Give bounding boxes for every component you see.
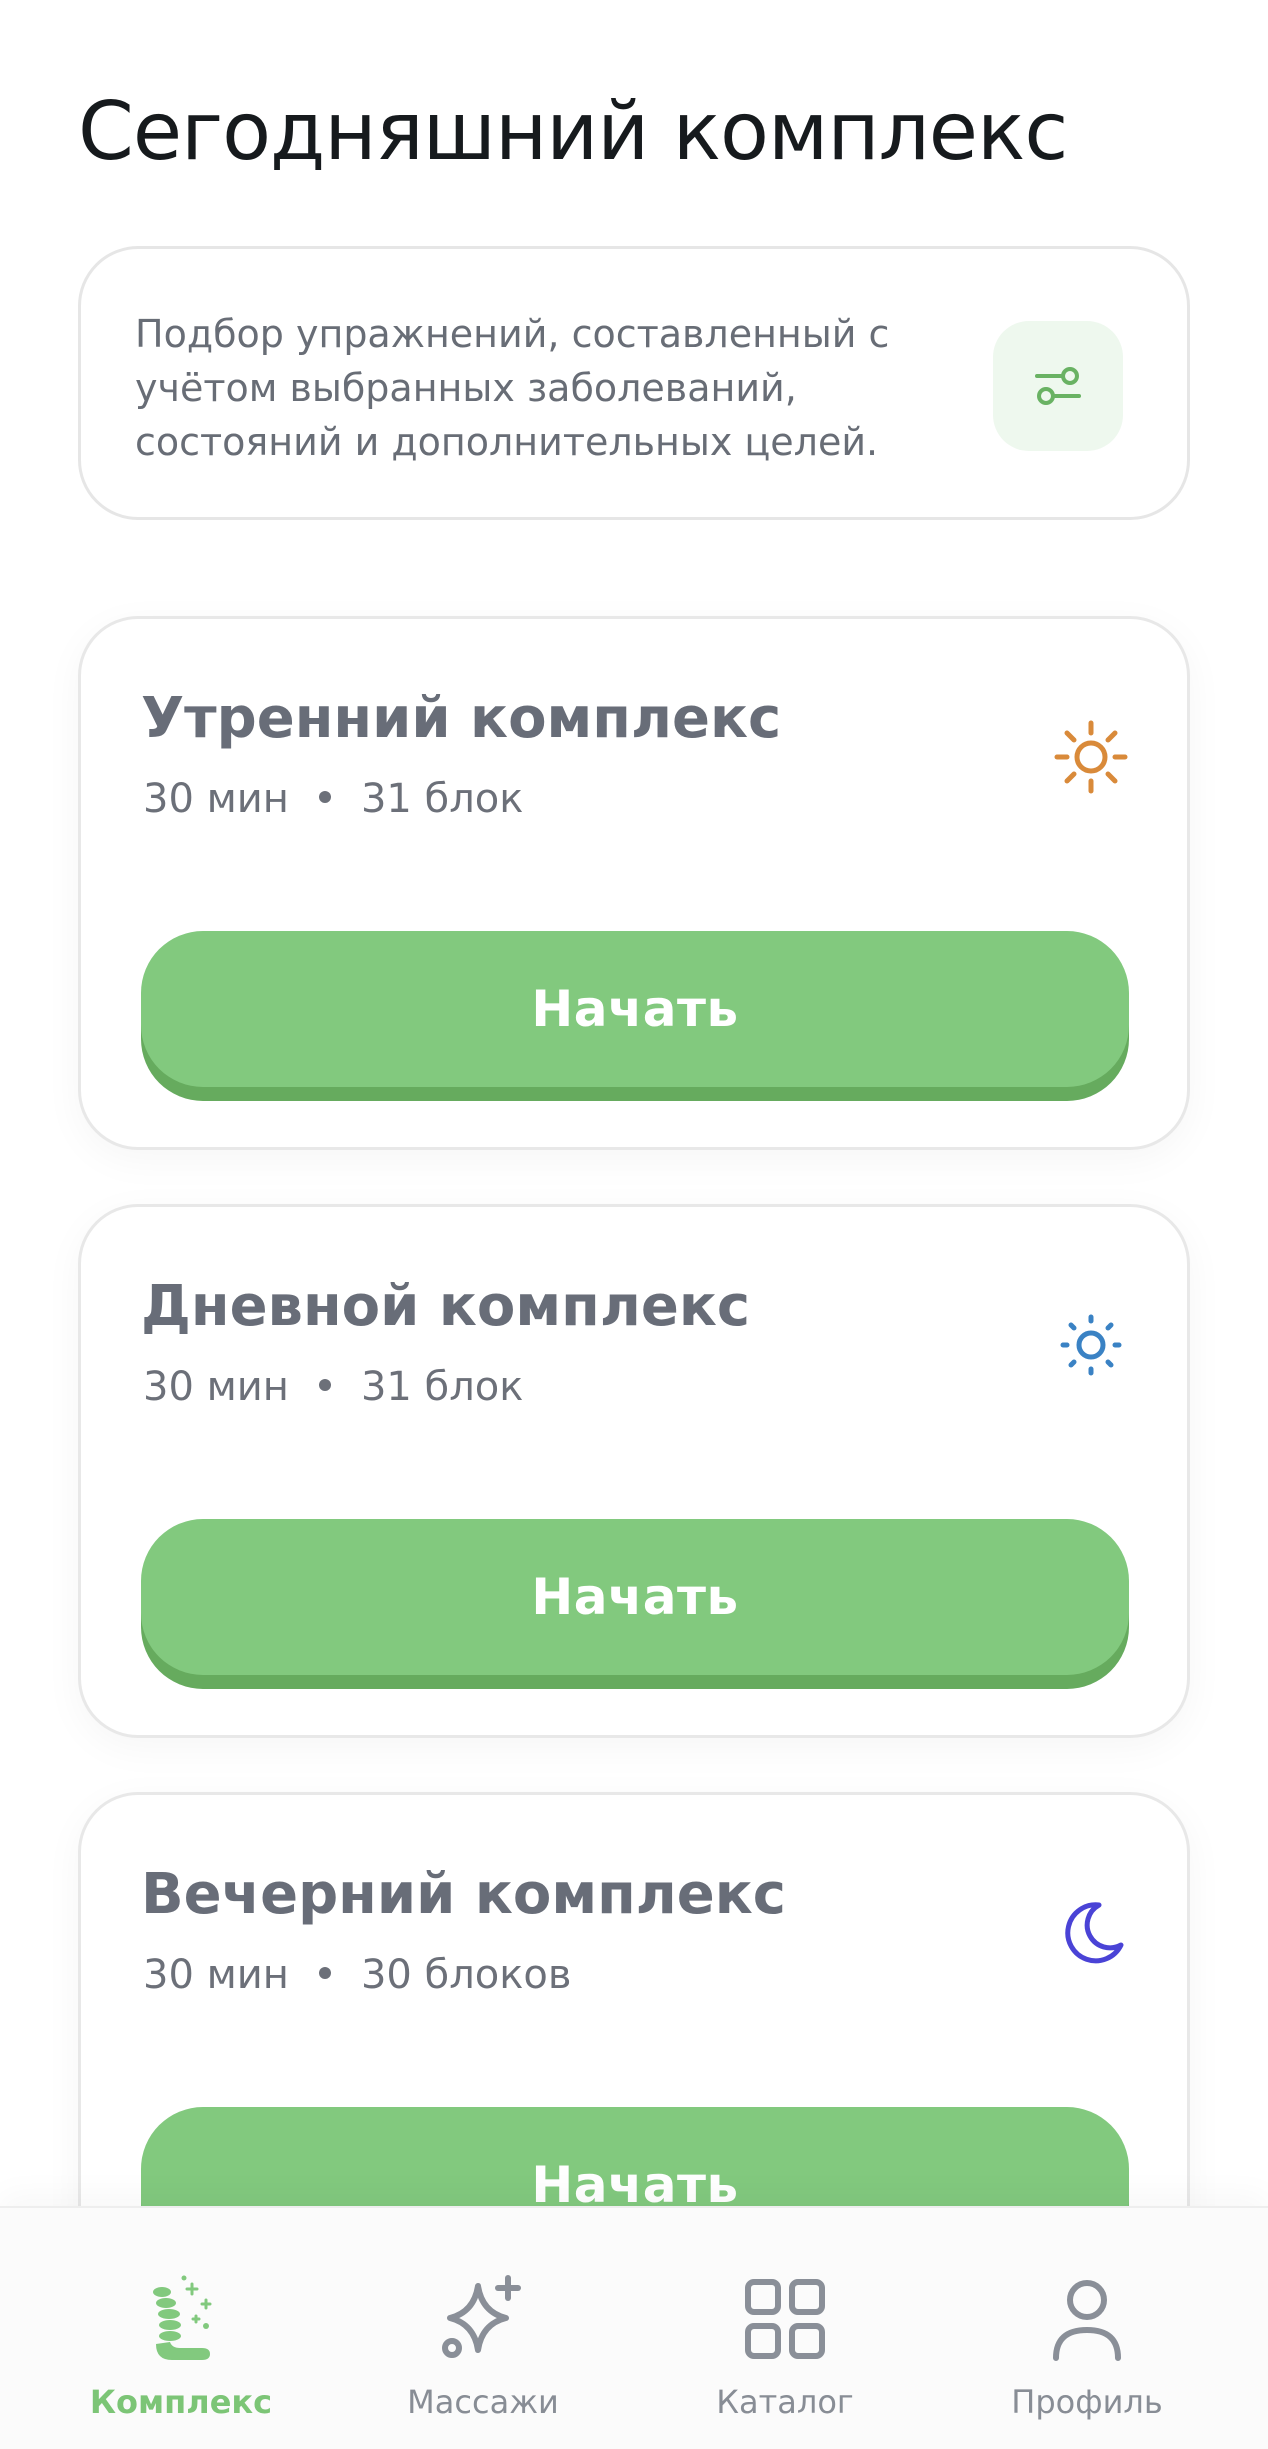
filter-button[interactable]: [993, 321, 1123, 451]
routine-title: Утренний комплекс: [141, 686, 782, 751]
sun-small-icon: [1060, 1314, 1122, 1376]
routine-blocks: 30 блоков: [360, 1952, 572, 1998]
routine-meta: 30 мин 30 блоков: [143, 1947, 571, 2003]
sparkle-icon: [442, 2275, 521, 2358]
routine-meta: 30 мин 31 блок: [143, 1359, 523, 1415]
spine-icon: [153, 2275, 212, 2360]
routine-title: Дневной комплекс: [141, 1274, 751, 1339]
meta-separator: [318, 1379, 331, 1391]
routine-meta: 30 мин 31 блок: [143, 771, 523, 827]
moon-icon: [1065, 1902, 1124, 1964]
info-card: Подбор упражнений, составленный с учётом…: [78, 246, 1190, 520]
nav-item-massages[interactable]: Массажи: [353, 2208, 613, 2449]
routine-duration: 30 мин: [143, 1364, 289, 1410]
nav-item-catalog[interactable]: Каталог: [655, 2208, 915, 2449]
routine-duration: 30 мин: [143, 1952, 289, 1998]
nav-label: Каталог: [716, 2383, 854, 2421]
info-text: Подбор упражнений, составленный с учётом…: [135, 312, 890, 464]
routine-blocks: 31 блок: [360, 776, 524, 822]
start-button[interactable]: Начать: [141, 931, 1129, 1087]
start-button[interactable]: Начать: [141, 1519, 1129, 1675]
sliders-icon: [1035, 367, 1081, 405]
meta-separator: [318, 1967, 331, 1979]
routine-duration: 30 мин: [143, 776, 289, 822]
nav-item-complex[interactable]: Комплекс: [51, 2208, 311, 2449]
user-icon: [1053, 2280, 1121, 2361]
nav-label: Профиль: [1011, 2383, 1163, 2421]
grid-icon: [745, 2279, 825, 2359]
sun-icon: [1054, 720, 1128, 794]
bottom-nav: Комплекс Массажи Каталог Профиль: [0, 2206, 1268, 2449]
routine-title: Вечерний комплекс: [141, 1862, 786, 1927]
meta-separator: [318, 791, 331, 803]
nav-label: Массажи: [407, 2383, 559, 2421]
nav-item-profile[interactable]: Профиль: [957, 2208, 1217, 2449]
routine-blocks: 31 блок: [360, 1364, 524, 1410]
routine-card-day: Дневной комплекс 30 мин 31 блок Начать: [78, 1204, 1190, 1738]
routine-card-morning: Утренний комплекс 30 мин 31 блок Начать: [78, 616, 1190, 1150]
page-title: Сегодняшний комплекс: [78, 85, 1068, 178]
nav-label: Комплекс: [89, 2383, 273, 2421]
